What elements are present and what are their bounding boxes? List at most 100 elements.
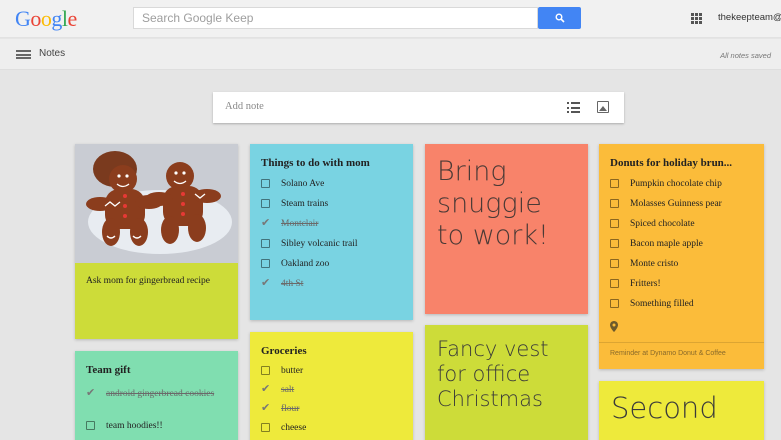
- item-text: Spiced chocolate: [630, 219, 695, 229]
- checkbox[interactable]: [261, 366, 270, 375]
- item-text: Solano Ave: [281, 179, 325, 189]
- note-card-second[interactable]: Second: [599, 381, 764, 440]
- checkbox[interactable]: [610, 199, 619, 208]
- reminder-text[interactable]: Reminder at Dynamo Donut & Coffee: [610, 350, 726, 357]
- note-title: Team gift: [86, 364, 131, 376]
- save-status: All notes saved: [720, 51, 771, 60]
- note-card-fancy-vest[interactable]: Fancy vest for office Christmas: [425, 325, 588, 440]
- list-item[interactable]: team hoodies!!: [86, 419, 231, 439]
- note-text: Ask mom for gingerbread recipe: [86, 276, 210, 286]
- item-text: Oakland zoo: [281, 259, 330, 269]
- checkbox[interactable]: [610, 259, 619, 268]
- search-icon: [555, 13, 565, 23]
- item-text: flour: [281, 404, 300, 414]
- logo-letter: o: [30, 6, 41, 31]
- add-note-bar[interactable]: Add note: [213, 92, 624, 123]
- item-text: Montclair: [281, 219, 319, 229]
- checkbox[interactable]: [261, 423, 270, 432]
- list-item[interactable]: Oakland zoo: [261, 257, 411, 277]
- note-title: Things to do with mom: [261, 157, 370, 169]
- logo-letter: e: [67, 6, 78, 31]
- search-button[interactable]: [538, 7, 581, 29]
- list-item[interactable]: Bacon maple apple: [610, 237, 760, 257]
- top-bar: Google Search Google Keep thekeepteam@g: [0, 0, 781, 38]
- apps-grid-icon[interactable]: [691, 13, 702, 24]
- reminder-divider: [599, 342, 764, 343]
- location-pin-icon: [610, 321, 618, 332]
- sub-bar: Notes All notes saved: [0, 39, 781, 70]
- note-card-team-gift[interactable]: Team gift ✔ android gingerbread cookies …: [75, 351, 238, 440]
- list-item[interactable]: Something filled: [610, 297, 760, 317]
- section-title: Notes: [39, 48, 66, 59]
- note-card-things-to-do[interactable]: Things to do with mom Solano Ave Steam t…: [250, 144, 413, 320]
- item-text: Sibley volcanic trail: [281, 239, 358, 249]
- checklist: Solano Ave Steam trains ✔ Montclair Sible…: [261, 177, 411, 297]
- checkmark-icon[interactable]: ✔: [261, 276, 270, 290]
- checkbox[interactable]: [610, 179, 619, 188]
- list-item[interactable]: Spiced chocolate: [610, 217, 760, 237]
- list-item[interactable]: ✔ salt: [261, 383, 406, 402]
- note-card-groceries[interactable]: Groceries butter ✔ salt ✔ flour cheese: [250, 332, 413, 440]
- new-list-icon[interactable]: [567, 102, 580, 113]
- search-placeholder: Search Google Keep: [142, 11, 254, 25]
- item-text: Monte cristo: [630, 259, 679, 269]
- add-note-placeholder: Add note: [225, 101, 264, 112]
- list-item[interactable]: ✔ android gingerbread cookies: [86, 387, 231, 419]
- checklist: ✔ android gingerbread cookies team hoodi…: [86, 387, 231, 439]
- logo-letter: g: [51, 6, 62, 31]
- note-text: Fancy vest for office Christmas: [437, 337, 549, 411]
- list-item[interactable]: ✔ Montclair: [261, 217, 411, 237]
- item-text: 4th St: [281, 279, 304, 289]
- item-text: cheese: [281, 423, 307, 433]
- item-text: Fritters!: [630, 279, 661, 289]
- checkmark-icon[interactable]: ✔: [261, 216, 270, 230]
- checkbox[interactable]: [610, 219, 619, 228]
- item-text: Pumpkin chocolate chip: [630, 179, 722, 189]
- item-text: butter: [281, 366, 304, 376]
- account-name[interactable]: thekeepteam@g: [718, 12, 781, 23]
- list-item[interactable]: butter: [261, 364, 406, 383]
- logo-letter: G: [15, 6, 31, 31]
- note-title: Donuts for holiday brun...: [610, 157, 733, 169]
- checkbox[interactable]: [610, 239, 619, 248]
- item-text: Bacon maple apple: [630, 239, 703, 249]
- list-item[interactable]: Steam trains: [261, 197, 411, 217]
- checkmark-icon[interactable]: ✔: [86, 386, 95, 400]
- list-item[interactable]: Pumpkin chocolate chip: [610, 177, 760, 197]
- image-icon[interactable]: [597, 101, 609, 113]
- item-text: Something filled: [630, 299, 694, 309]
- gingerbread-photo: [75, 144, 238, 263]
- search-input[interactable]: Search Google Keep: [133, 7, 538, 29]
- list-item[interactable]: Monte cristo: [610, 257, 760, 277]
- list-item[interactable]: cheese: [261, 421, 406, 440]
- checkbox[interactable]: [261, 179, 270, 188]
- list-item[interactable]: Molasses Guinness pear: [610, 197, 760, 217]
- checklist: Pumpkin chocolate chip Molasses Guinness…: [610, 177, 760, 317]
- note-card-donuts[interactable]: Donuts for holiday brun... Pumpkin choco…: [599, 144, 764, 369]
- note-text: Second: [611, 391, 718, 425]
- google-logo[interactable]: Google: [15, 6, 77, 32]
- hamburger-menu-icon[interactable]: [16, 50, 31, 59]
- logo-letter: o: [40, 6, 52, 31]
- note-text: Bring snuggie to work!: [437, 156, 549, 251]
- checkbox[interactable]: [261, 199, 270, 208]
- checkbox[interactable]: [261, 259, 270, 268]
- list-item[interactable]: ✔ flour: [261, 402, 406, 421]
- checkbox[interactable]: [261, 239, 270, 248]
- checkbox[interactable]: [86, 421, 95, 430]
- note-card-snuggie[interactable]: Bring snuggie to work!: [425, 144, 588, 314]
- checkmark-icon[interactable]: ✔: [261, 401, 270, 415]
- list-item[interactable]: Solano Ave: [261, 177, 411, 197]
- checkbox[interactable]: [610, 279, 619, 288]
- item-text: android gingerbread cookies: [106, 389, 215, 399]
- item-text: team hoodies!!: [106, 421, 163, 431]
- checkbox[interactable]: [610, 299, 619, 308]
- checkmark-icon[interactable]: ✔: [261, 382, 270, 396]
- list-item[interactable]: Fritters!: [610, 277, 760, 297]
- item-text: Molasses Guinness pear: [630, 199, 722, 209]
- note-card-gingerbread[interactable]: Ask mom for gingerbread recipe: [75, 144, 238, 339]
- note-title: Groceries: [261, 345, 307, 357]
- item-text: salt: [281, 385, 295, 395]
- list-item[interactable]: Sibley volcanic trail: [261, 237, 411, 257]
- list-item[interactable]: ✔ 4th St: [261, 277, 411, 297]
